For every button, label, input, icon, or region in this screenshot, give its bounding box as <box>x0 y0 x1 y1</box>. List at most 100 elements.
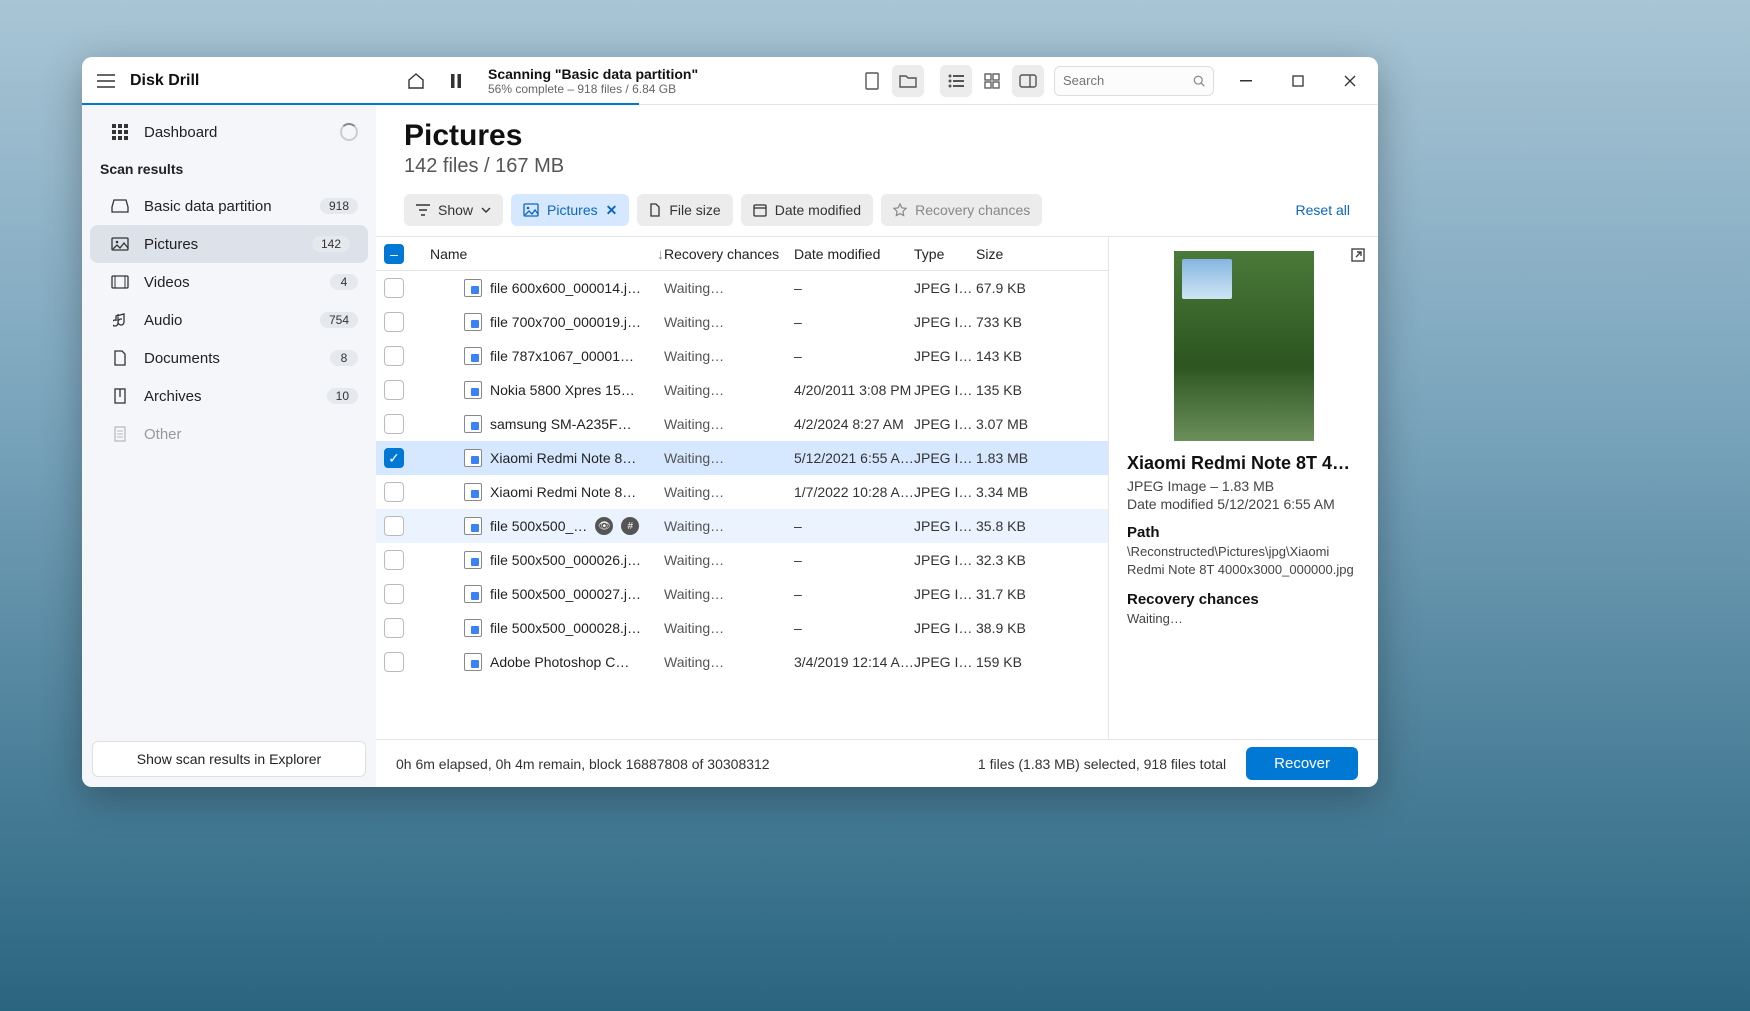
file-name-cell: file 700x700_000019.j… <box>424 313 664 331</box>
filter-recovery-chances[interactable]: Recovery chances <box>881 194 1042 226</box>
recovery-cell: Waiting… <box>664 382 794 398</box>
table-row[interactable]: Nokia 5800 Xpres 15…Waiting…4/20/2011 3:… <box>376 373 1108 407</box>
filter-file-size[interactable]: File size <box>637 194 732 226</box>
row-checkbox[interactable] <box>384 516 404 536</box>
column-name[interactable]: Name↓ <box>424 246 664 262</box>
table-row[interactable]: file 500x500_000027.j…Waiting…–JPEG I…31… <box>376 577 1108 611</box>
filter-pictures[interactable]: Pictures✕ <box>511 194 629 226</box>
preview-meta: JPEG Image – 1.83 MB <box>1127 478 1360 494</box>
jpeg-file-icon <box>464 347 482 365</box>
table-row[interactable]: file 787x1067_00001…Waiting…–JPEG I…143 … <box>376 339 1108 373</box>
pause-icon[interactable] <box>440 65 472 97</box>
eye-icon[interactable]: 👁 <box>595 517 613 535</box>
row-checkbox[interactable] <box>384 482 404 502</box>
preview-thumbnail <box>1174 251 1314 441</box>
sidebar-item-audio[interactable]: Audio754 <box>82 301 376 339</box>
filter-date-modified[interactable]: Date modified <box>741 194 873 226</box>
scan-title: Scanning "Basic data partition" <box>488 66 698 82</box>
sidebar-item-other[interactable]: Other <box>82 415 376 453</box>
type-cell: JPEG I… <box>914 280 976 296</box>
folder-view-icon[interactable] <box>892 65 924 97</box>
jpeg-file-icon <box>464 517 482 535</box>
preview-path-heading: Path <box>1127 524 1360 541</box>
minimize-button[interactable] <box>1226 65 1266 97</box>
row-checkbox[interactable] <box>384 584 404 604</box>
grid-view-icon[interactable] <box>976 65 1008 97</box>
image-icon <box>523 203 539 217</box>
size-cell: 159 KB <box>976 654 1048 670</box>
sidebar-item-documents[interactable]: Documents8 <box>82 339 376 377</box>
type-cell: JPEG I… <box>914 382 976 398</box>
table-row[interactable]: file 600x600_000014.j…Waiting…–JPEG I…67… <box>376 271 1108 305</box>
recovery-cell: Waiting… <box>664 280 794 296</box>
row-checkbox[interactable] <box>384 550 404 570</box>
recover-button[interactable]: Recover <box>1246 747 1358 780</box>
show-in-explorer-button[interactable]: Show scan results in Explorer <box>92 741 366 777</box>
column-date[interactable]: Date modified <box>794 246 914 262</box>
file-name-cell: file 500x500_000028.j… <box>424 619 664 637</box>
table-row[interactable]: file 500x500_000028.j…Waiting…–JPEG I…38… <box>376 611 1108 645</box>
filter-show[interactable]: Show <box>404 194 503 226</box>
search-field[interactable] <box>1063 73 1187 88</box>
file-view-icon[interactable] <box>856 65 888 97</box>
table-row[interactable]: file 500x500_…👁#Waiting…–JPEG I…35.8 KB <box>376 509 1108 543</box>
table-row[interactable]: Adobe Photoshop C…Waiting…3/4/2019 12:14… <box>376 645 1108 679</box>
table-row[interactable]: ✓Xiaomi Redmi Note 8…Waiting…5/12/2021 6… <box>376 441 1108 475</box>
type-cell: JPEG I… <box>914 518 976 534</box>
hash-icon[interactable]: # <box>621 517 639 535</box>
jpeg-file-icon <box>464 585 482 603</box>
search-input[interactable] <box>1054 66 1214 96</box>
preview-pane: Xiaomi Redmi Note 8T 4… JPEG Image – 1.8… <box>1108 237 1378 739</box>
select-all-checkbox[interactable]: – <box>384 244 404 264</box>
row-checkbox[interactable] <box>384 618 404 638</box>
close-button[interactable] <box>1330 65 1370 97</box>
column-recovery[interactable]: Recovery chances <box>664 246 794 262</box>
table-row[interactable]: Xiaomi Redmi Note 8…Waiting…1/7/2022 10:… <box>376 475 1108 509</box>
scan-info: Scanning "Basic data partition" 56% comp… <box>488 66 698 96</box>
panel-view-icon[interactable] <box>1012 65 1044 97</box>
sidebar-item-label: Documents <box>144 350 220 367</box>
sidebar-heading-scan-results: Scan results <box>82 151 376 183</box>
jpeg-file-icon <box>464 653 482 671</box>
size-cell: 135 KB <box>976 382 1048 398</box>
size-cell: 32.3 KB <box>976 552 1048 568</box>
home-icon[interactable] <box>400 65 432 97</box>
sidebar-item-pictures[interactable]: Pictures142 <box>90 225 368 263</box>
calendar-icon <box>753 203 767 217</box>
row-checkbox[interactable] <box>384 278 404 298</box>
column-size[interactable]: Size <box>976 246 1048 262</box>
table-row[interactable]: samsung SM-A235F…Waiting…4/2/2024 8:27 A… <box>376 407 1108 441</box>
row-checkbox[interactable] <box>384 312 404 332</box>
app-window: Disk Drill Scanning "Basic data partitio… <box>82 57 1378 787</box>
row-checkbox[interactable] <box>384 652 404 672</box>
date-cell: 3/4/2019 12:14 A… <box>794 654 914 670</box>
maximize-button[interactable] <box>1278 65 1318 97</box>
type-cell: JPEG I… <box>914 450 976 466</box>
size-cell: 31.7 KB <box>976 586 1048 602</box>
filter-remove-icon[interactable]: ✕ <box>606 202 618 219</box>
reset-filters[interactable]: Reset all <box>1296 202 1350 218</box>
file-name-cell: file 600x600_000014.j… <box>424 279 664 297</box>
row-checkbox[interactable]: ✓ <box>384 448 404 468</box>
row-checkbox[interactable] <box>384 346 404 366</box>
column-type[interactable]: Type <box>914 246 976 262</box>
file-name-cell: file 500x500_000027.j… <box>424 585 664 603</box>
sidebar: Dashboard Scan results Basic data partit… <box>82 105 376 787</box>
sidebar-item-basic-data-partition[interactable]: Basic data partition918 <box>82 187 376 225</box>
date-cell: – <box>794 552 914 568</box>
table-header: – Name↓ Recovery chances Date modified T… <box>376 237 1108 271</box>
sidebar-dashboard[interactable]: Dashboard <box>82 113 376 151</box>
table-row[interactable]: file 500x500_000026.j…Waiting…–JPEG I…32… <box>376 543 1108 577</box>
popout-icon[interactable] <box>1350 247 1366 263</box>
sidebar-item-count: 4 <box>330 274 358 290</box>
recovery-cell: Waiting… <box>664 620 794 636</box>
row-checkbox[interactable] <box>384 380 404 400</box>
preview-recovery-value: Waiting… <box>1127 610 1360 628</box>
table-row[interactable]: file 700x700_000019.j…Waiting…–JPEG I…73… <box>376 305 1108 339</box>
sidebar-item-archives[interactable]: Archives10 <box>82 377 376 415</box>
sidebar-item-videos[interactable]: Videos4 <box>82 263 376 301</box>
row-checkbox[interactable] <box>384 414 404 434</box>
hamburger-icon[interactable] <box>90 65 122 97</box>
list-view-icon[interactable] <box>940 65 972 97</box>
sidebar-item-count: 754 <box>320 312 358 328</box>
